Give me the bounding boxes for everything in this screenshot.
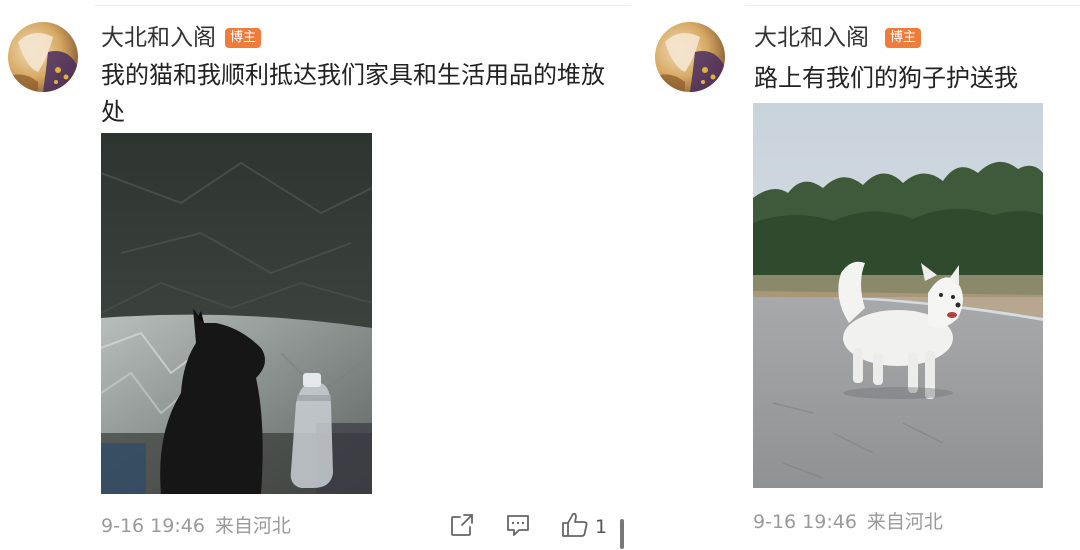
post-date: 9-16 19:46 [101, 515, 205, 537]
post-source: 来自河北 [214, 515, 291, 537]
avatar[interactable] [8, 22, 78, 92]
post-image-cat[interactable] [101, 133, 372, 494]
username[interactable]: 大北和入阁 [754, 22, 869, 54]
share-button[interactable] [450, 513, 474, 541]
comment-button[interactable] [506, 513, 530, 541]
share-icon [450, 513, 474, 541]
post-image-dog[interactable] [753, 103, 1043, 488]
post-card-left: 大北和入阁 博主 我的猫和我顺利抵达我们家具和生活用品的堆放处 9-16 19:… [0, 0, 631, 550]
comment-icon [506, 513, 530, 541]
author-badge: 博主 [225, 28, 262, 48]
post-meta: 9-16 19:46 来自河北 [753, 509, 953, 535]
avatar[interactable] [655, 22, 725, 92]
post-meta: 9-16 19:46 来自河北 [101, 513, 301, 539]
post-card-right: 大北和入阁 博主 路上有我们的狗子护送我 9-16 19:46 来自河北 [540, 0, 1080, 550]
post-text: 路上有我们的狗子护送我 [754, 64, 1018, 92]
divider [745, 5, 1080, 6]
author-badge: 博主 [885, 28, 922, 48]
username[interactable]: 大北和入阁 [101, 22, 216, 54]
post-date: 9-16 19:46 [753, 511, 857, 533]
post-source: 来自河北 [866, 511, 943, 533]
